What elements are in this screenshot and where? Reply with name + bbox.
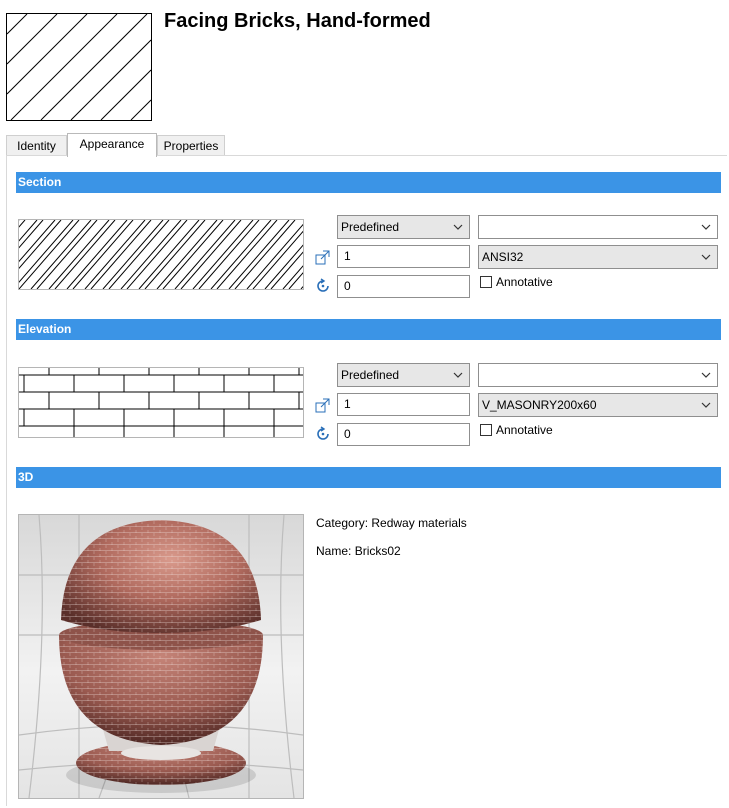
- elevation-pattern-name-select[interactable]: V_MASONRY200x60: [478, 393, 718, 417]
- section-pattern-name-select[interactable]: ANSI32: [478, 245, 718, 269]
- material-title: Facing Bricks, Hand-formed: [164, 10, 431, 32]
- chevron-down-icon: [701, 372, 711, 378]
- material-category: Category: Redway materials: [316, 516, 467, 530]
- tab-appearance[interactable]: Appearance: [67, 133, 157, 157]
- elevation-pattern-type-value: Predefined: [341, 368, 400, 382]
- elevation-annotative-label: Annotative: [496, 423, 553, 437]
- elevation-hatch-preview: [18, 367, 325, 438]
- rotate-icon: [317, 278, 329, 292]
- chevron-down-icon: [701, 224, 711, 230]
- elevation-angle-input[interactable]: 0: [337, 423, 470, 446]
- section-header: Section: [16, 172, 721, 193]
- rotate-icon: [317, 426, 329, 440]
- chevron-down-icon: [453, 372, 463, 378]
- material-name: Name: Bricks02: [316, 544, 401, 558]
- chevron-down-icon: [701, 254, 711, 260]
- elevation-pattern-name-value: V_MASONRY200x60: [482, 398, 597, 412]
- material-3d-header: 3D: [16, 467, 721, 488]
- section-pattern-type-value: Predefined: [341, 220, 400, 234]
- hatch-line: [264, 219, 326, 290]
- elevation-scale-input[interactable]: 1: [337, 393, 470, 416]
- elevation-pattern-source-select[interactable]: [478, 363, 718, 387]
- material-category-label: Category:: [316, 516, 369, 530]
- material-category-value: Redway materials: [371, 516, 467, 530]
- section-angle-input[interactable]: 0: [337, 275, 470, 298]
- scale-icon: [315, 250, 330, 265]
- section-pattern-name-value: ANSI32: [482, 250, 524, 264]
- section-hatch-preview: [0, 219, 368, 290]
- section-pattern-source-select[interactable]: [478, 215, 718, 239]
- section-scale-input[interactable]: 1: [337, 245, 470, 268]
- chevron-down-icon: [701, 402, 711, 408]
- hatch-thumbnail-icon: [6, 13, 152, 121]
- tab-identity[interactable]: Identity: [6, 135, 67, 155]
- section-pattern-type-select[interactable]: Predefined: [337, 215, 470, 239]
- scale-icon: [315, 398, 330, 413]
- material-name-value: Bricks02: [354, 544, 401, 558]
- section-annotative-label: Annotative: [496, 275, 553, 289]
- elevation-annotative-checkbox[interactable]: [480, 424, 492, 436]
- elevation-pattern-type-select[interactable]: Predefined: [337, 363, 470, 387]
- elevation-header: Elevation: [16, 319, 721, 340]
- tab-properties[interactable]: Properties: [157, 135, 225, 155]
- section-annotative-checkbox[interactable]: [480, 276, 492, 288]
- material-render-preview: [18, 514, 304, 799]
- chevron-down-icon: [453, 224, 463, 230]
- material-name-label: Name:: [316, 544, 352, 558]
